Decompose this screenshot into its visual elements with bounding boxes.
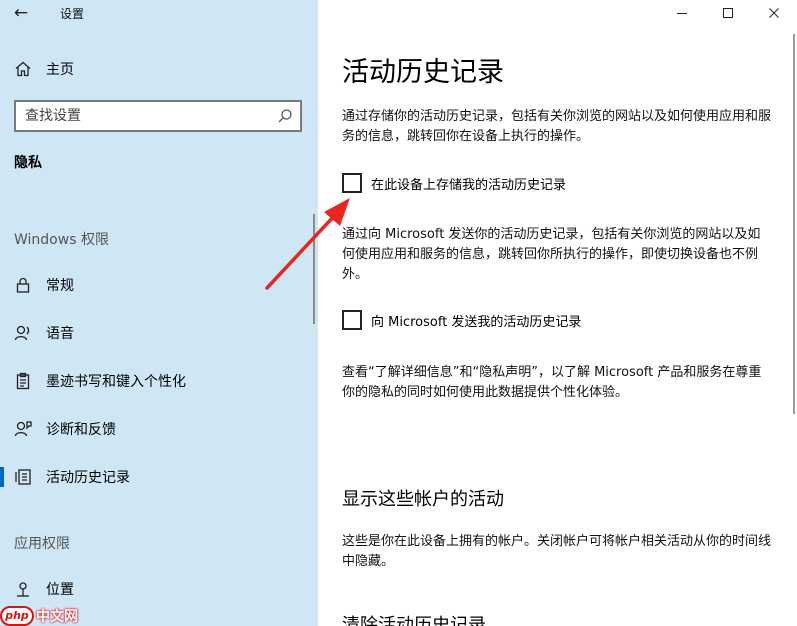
sidebar-item-label: 墨迹书写和键入个性化: [46, 374, 186, 390]
minimize-icon: [677, 13, 687, 14]
sidebar: ← 设置 主页 隐私 Windows 权限 常规 语音 墨迹书写和键入个性化: [0, 0, 318, 626]
privacy-info-text: 查看“了解详细信息”和“隐私声明”，以了解 Microsoft 产品和服务在尊重…: [342, 365, 762, 400]
watermark-text: 中文网: [36, 608, 78, 625]
group-label-windows: Windows 权限: [14, 232, 109, 248]
sidebar-item-activity-history[interactable]: 活动历史记录: [0, 459, 318, 495]
home-icon: [15, 61, 31, 77]
sidebar-item-label: 活动历史记录: [46, 470, 130, 486]
page-title: 活动历史记录: [342, 57, 504, 88]
sidebar-item-speech[interactable]: 语音: [0, 315, 318, 351]
send-history-label[interactable]: 向 Microsoft 发送我的活动历史记录: [371, 311, 581, 330]
watermark-logo: php: [0, 605, 34, 626]
accounts-description: 这些是你在此设备上拥有的帐户。关闭帐户可将帐户相关活动从你的时间线中隐藏。: [342, 534, 772, 569]
section-heading-privacy: 隐私: [14, 155, 42, 171]
activity-description: 通过存储你的活动历史记录，包括有关你浏览的网站以及如何使用应用和服务的信息，跳转…: [342, 109, 772, 144]
sidebar-item-general[interactable]: 常规: [0, 267, 318, 303]
app-title: 设置: [60, 7, 85, 21]
diagnostics-icon: [14, 421, 32, 437]
selection-indicator: [0, 467, 4, 487]
store-history-checkbox-row[interactable]: 在此设备上存储我的活动历史记录: [342, 172, 566, 194]
close-icon: [769, 8, 779, 18]
sidebar-item-inking[interactable]: 墨迹书写和键入个性化: [0, 363, 318, 399]
close-button[interactable]: [751, 0, 797, 26]
window-controls: [659, 0, 797, 26]
lock-icon: [16, 277, 30, 293]
sidebar-scrollbar[interactable]: [313, 214, 315, 324]
main-content: 活动历史记录 通过存储你的活动历史记录，包括有关你浏览的网站以及如何使用应用和服…: [318, 0, 797, 626]
speech-icon: [14, 325, 30, 341]
accounts-section-title: 显示这些帐户的活动: [342, 489, 504, 510]
send-history-checkbox-row[interactable]: 向 Microsoft 发送我的活动历史记录: [342, 309, 581, 331]
search-icon[interactable]: [277, 108, 293, 124]
watermark: php 中文网: [0, 605, 78, 626]
search-box[interactable]: [14, 100, 302, 132]
store-history-label[interactable]: 在此设备上存储我的活动历史记录: [371, 174, 566, 193]
minimize-button[interactable]: [659, 0, 705, 26]
search-input[interactable]: [16, 102, 266, 130]
sidebar-item-label: 语音: [46, 326, 74, 342]
send-history-description: 通过向 Microsoft 发送你的活动历史记录，包括有关你浏览的网站以及如何使…: [342, 227, 761, 282]
clear-history-section-title: 清除活动历史记录: [342, 615, 486, 626]
titlebar-left: ← 设置: [0, 0, 318, 26]
activity-history-icon: [15, 469, 31, 485]
home-nav-item[interactable]: 主页: [14, 59, 74, 79]
sidebar-item-diagnostics[interactable]: 诊断和反馈: [0, 411, 318, 447]
main-scrollbar[interactable]: [793, 34, 795, 414]
maximize-icon: [723, 8, 733, 18]
back-button[interactable]: ←: [10, 2, 32, 24]
group-label-apps: 应用权限: [14, 536, 70, 552]
maximize-button[interactable]: [705, 0, 751, 26]
location-icon: [17, 582, 29, 597]
clipboard-icon: [16, 372, 30, 390]
sidebar-item-label: 位置: [46, 582, 74, 598]
send-history-checkbox[interactable]: [342, 310, 362, 330]
store-history-checkbox[interactable]: [342, 173, 362, 193]
sidebar-item-location[interactable]: 位置: [0, 571, 318, 607]
sidebar-item-label: 常规: [46, 278, 74, 294]
home-label: 主页: [46, 62, 74, 78]
sidebar-item-label: 诊断和反馈: [46, 422, 116, 438]
